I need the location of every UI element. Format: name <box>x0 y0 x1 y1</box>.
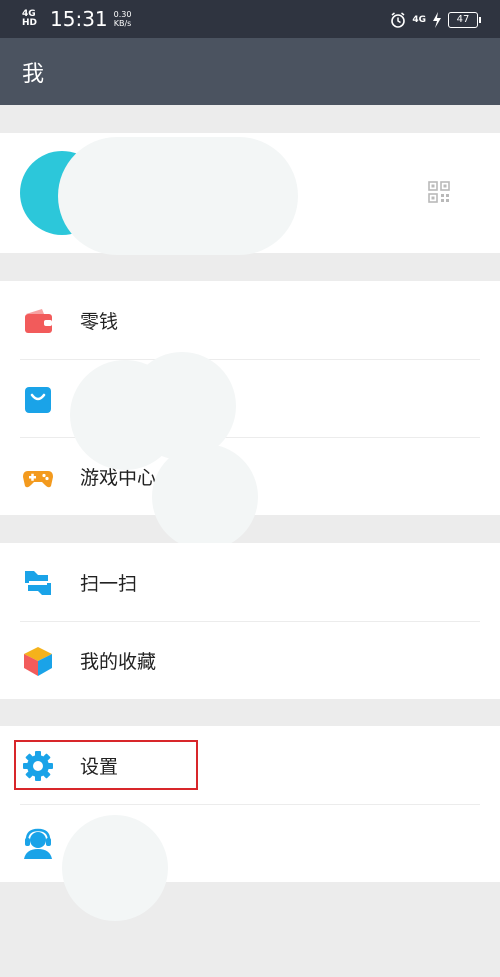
page-title: 我 <box>22 62 45 87</box>
gamepad-icon <box>23 471 53 488</box>
redaction-blob <box>152 444 258 550</box>
network-speed-unit: KB/s <box>113 19 132 28</box>
network-speed-value: 0.30 <box>113 10 132 19</box>
menu-item-scan[interactable]: 扫一扫 <box>0 543 500 621</box>
settings-highlight-box <box>14 740 198 790</box>
menu-item-wallet[interactable]: 零钱 <box>0 281 500 359</box>
network-indicator: 4G HD <box>22 9 38 28</box>
menu-item-favorites[interactable]: 我的收藏 <box>0 621 500 699</box>
title-bar: 我 <box>0 38 500 105</box>
status-bar: 4G HD 15:31 0.30 KB/s 4G 47 <box>0 0 500 38</box>
menu-item-label: 扫一扫 <box>80 573 138 595</box>
network-speed: 0.30 KB/s <box>114 10 132 28</box>
menu-item-label: 我的收藏 <box>80 651 157 673</box>
shopping-bag-icon <box>25 387 51 413</box>
redaction-blob <box>128 352 236 460</box>
alarm-icon <box>391 12 406 28</box>
profile-card[interactable] <box>0 133 500 255</box>
qr-code-icon[interactable] <box>428 181 450 203</box>
status-time: 15:31 <box>50 7 108 31</box>
mobile-signal: 4G <box>412 14 426 25</box>
scan-icon <box>25 571 51 595</box>
customer-service-icon <box>24 828 52 859</box>
menu-item-label: 零钱 <box>80 311 119 333</box>
collection-cube-icon <box>24 647 52 676</box>
battery-indicator: 47 <box>448 12 481 28</box>
menu-section-2: 扫一扫 我的收藏 <box>0 543 500 699</box>
redacted-profile-name <box>58 137 298 255</box>
wallet-icon <box>25 309 52 333</box>
charging-icon <box>433 12 441 28</box>
redaction-blob <box>62 815 168 921</box>
